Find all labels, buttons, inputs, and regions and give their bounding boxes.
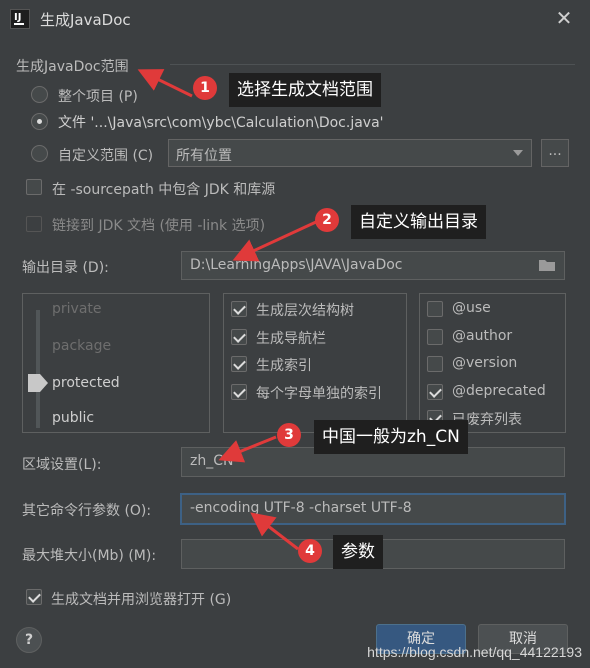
arrow-2 — [232, 220, 317, 262]
annotation-badge-3: 3 — [277, 423, 301, 447]
watermark: https://blog.csdn.net/qq_44122193 — [367, 644, 582, 660]
annotation-callout-2: 自定义输出目录 — [351, 205, 486, 239]
annotation-callout-3: 中国一般为zh_CN — [314, 420, 468, 454]
annotation-callout-1: 选择生成文档范围 — [229, 73, 381, 107]
annotation-badge-4: 4 — [298, 539, 322, 563]
arrow-1 — [137, 69, 193, 98]
annotation-callout-4: 参数 — [333, 535, 383, 569]
annotation-badge-2: 2 — [315, 208, 339, 232]
arrow-4 — [250, 512, 299, 551]
arrow-3 — [218, 435, 277, 463]
annotation-badge-1: 1 — [193, 76, 217, 100]
